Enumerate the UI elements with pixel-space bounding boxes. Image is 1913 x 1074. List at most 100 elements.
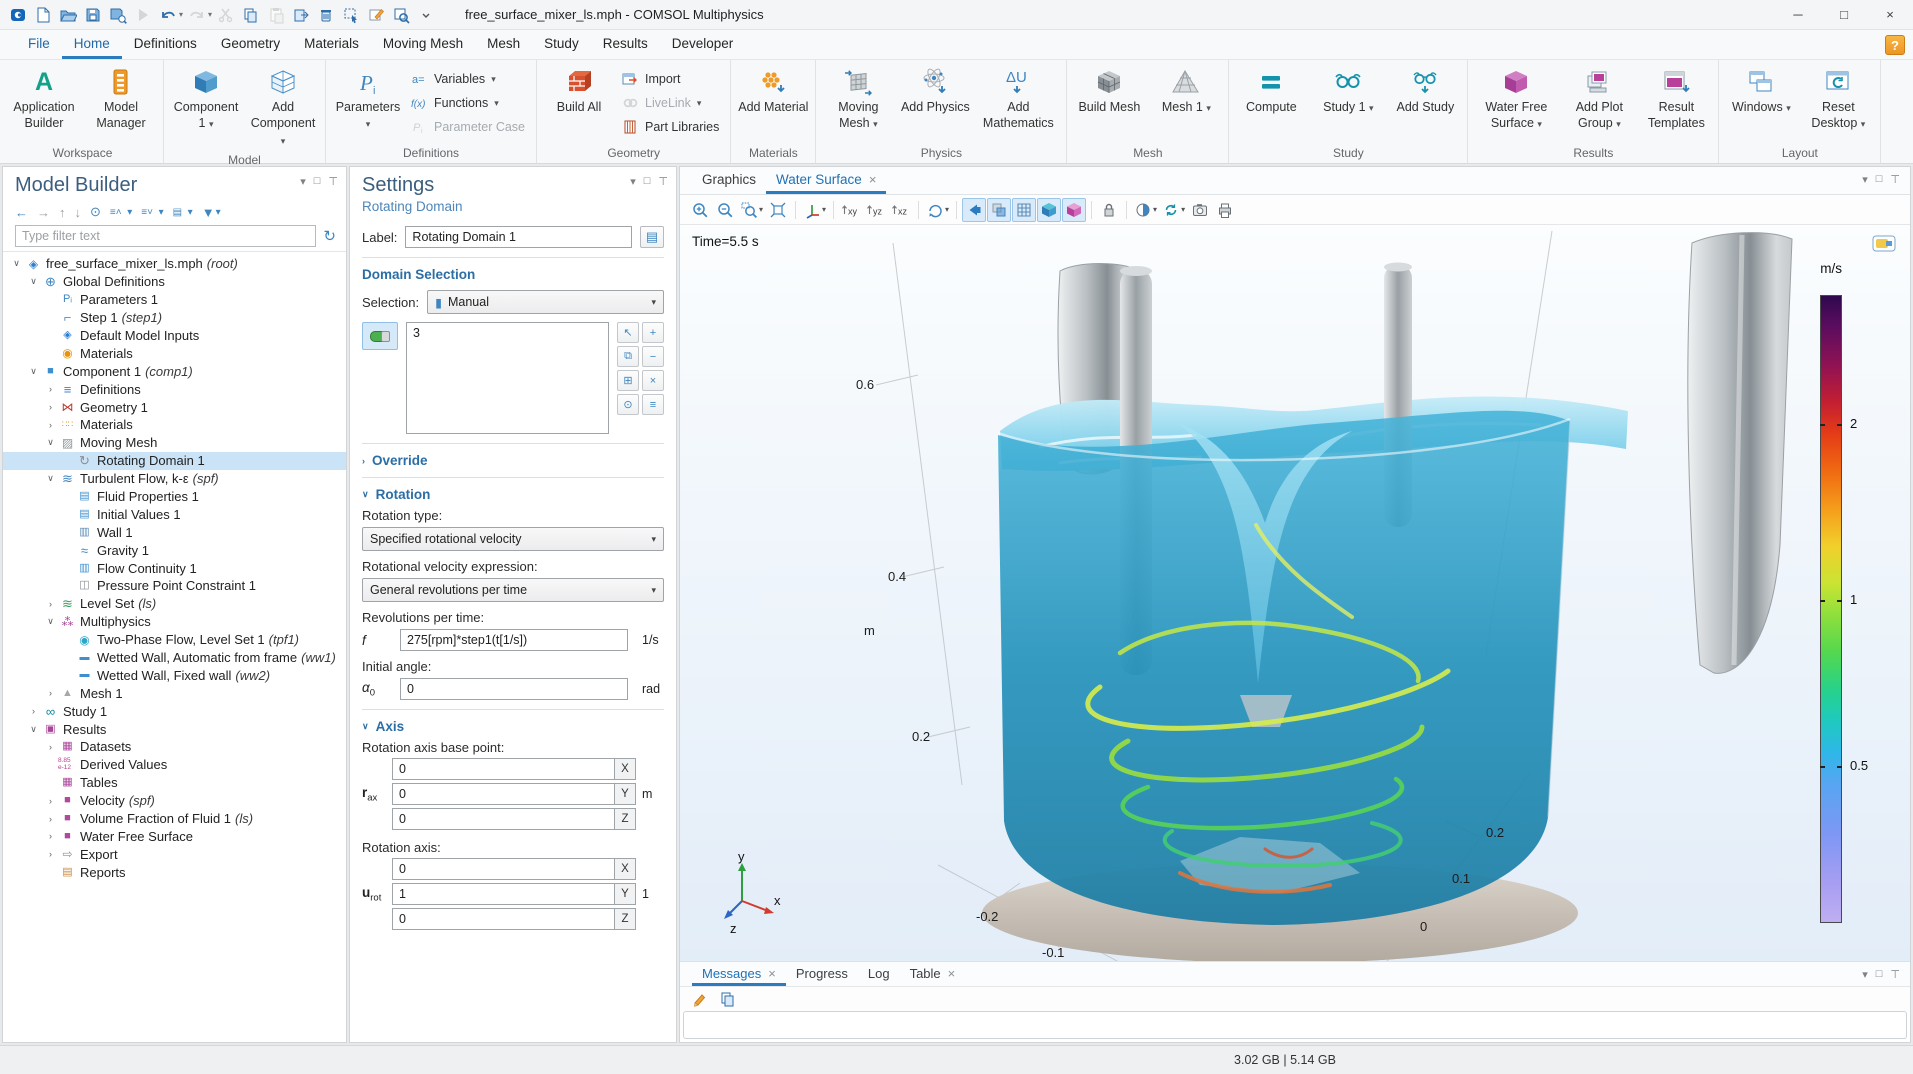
tree-item-fluid-properties-1[interactable]: ▤Fluid Properties 1 bbox=[3, 488, 346, 506]
snapshot-icon[interactable] bbox=[1188, 198, 1212, 222]
material-color-icon[interactable] bbox=[1037, 198, 1061, 222]
tree-item-turbulent-flow-k[interactable]: ∨≋Turbulent Flow, k-ε(spf) bbox=[3, 470, 346, 488]
copy-selection-icon[interactable]: ⧉ bbox=[617, 346, 639, 367]
moving-mesh-button[interactable]: Moving Mesh ▾ bbox=[820, 63, 896, 143]
tab-messages[interactable]: Messages× bbox=[692, 962, 786, 986]
variables-button[interactable]: a=Variables▾ bbox=[407, 69, 528, 89]
rotation-axis-z-input[interactable]: 0 bbox=[392, 908, 614, 930]
compute-button[interactable]: Compute bbox=[1233, 63, 1309, 143]
panel-float-icon[interactable]: □ bbox=[314, 175, 321, 188]
menu-study[interactable]: Study bbox=[532, 30, 591, 59]
tree-item-moving-mesh[interactable]: ∨▨Moving Mesh bbox=[3, 434, 346, 452]
panel-menu-icon[interactable]: ▾ bbox=[630, 175, 636, 188]
tree-expander-icon[interactable]: › bbox=[43, 814, 58, 824]
copy-icon[interactable] bbox=[239, 3, 263, 27]
selection-color-icon[interactable] bbox=[1062, 198, 1086, 222]
import-button[interactable]: Import bbox=[618, 69, 722, 89]
tree-item-level-set[interactable]: ›≋Level Set(ls) bbox=[3, 595, 346, 613]
create-selection-icon[interactable]: ↖ bbox=[617, 322, 639, 343]
nav-back-icon[interactable]: ← bbox=[15, 205, 28, 220]
tree-item-geometry-1[interactable]: ›⋈Geometry 1 bbox=[3, 398, 346, 416]
tree-item-wetted-wall-fixed-wall[interactable]: ▬Wetted Wall, Fixed wall(ww2) bbox=[3, 666, 346, 684]
add-selection-icon[interactable]: + bbox=[642, 322, 664, 343]
search-icon[interactable] bbox=[389, 3, 413, 27]
menu-results[interactable]: Results bbox=[591, 30, 660, 59]
selection-list[interactable]: 3 bbox=[406, 322, 609, 434]
livelink-button[interactable]: LiveLink▾ bbox=[618, 93, 722, 113]
panel-menu-icon[interactable]: ▾ bbox=[1862, 968, 1868, 981]
delete-icon[interactable] bbox=[314, 3, 338, 27]
expand-all-icon[interactable]: ≡˄ ▾ bbox=[110, 205, 132, 220]
tree-expander-icon[interactable]: › bbox=[43, 688, 58, 698]
clear-messages-icon[interactable] bbox=[688, 987, 712, 1011]
tree-expander-icon[interactable]: › bbox=[43, 831, 58, 841]
paste-selection-icon[interactable]: ⊞ bbox=[617, 370, 639, 391]
section-axis[interactable]: ∨ Axis bbox=[362, 719, 664, 734]
tree-item-materials[interactable]: ›∷∷Materials bbox=[3, 416, 346, 434]
maximize-button[interactable]: □ bbox=[1821, 0, 1867, 30]
tree-item-volume-fraction-of-fluid-1[interactable]: ›■Volume Fraction of Fluid 1(ls) bbox=[3, 810, 346, 828]
canvas-corner-icon[interactable] bbox=[1872, 235, 1896, 255]
tree-item-two-phase-flow-level-set-1[interactable]: ◉Two-Phase Flow, Level Set 1(tpf1) bbox=[3, 631, 346, 649]
tree-item-definitions[interactable]: ›≡Definitions bbox=[3, 380, 346, 398]
save-as-icon[interactable] bbox=[106, 3, 130, 27]
new-file-icon[interactable] bbox=[31, 3, 55, 27]
graphics-canvas[interactable]: Time=5.5 s 0.6 0.4 m 0.2 -0.2 -0.1 0.2 0… bbox=[680, 225, 1910, 961]
comsol-logo-icon[interactable] bbox=[6, 3, 30, 27]
panel-pin-icon[interactable]: ⊤ bbox=[328, 175, 338, 188]
tree-expander-icon[interactable]: › bbox=[43, 849, 58, 859]
study-1-button[interactable]: Study 1 ▾ bbox=[1310, 63, 1386, 143]
tree-expander-icon[interactable]: › bbox=[43, 796, 58, 806]
menu-developer[interactable]: Developer bbox=[660, 30, 746, 59]
mesh-1-button[interactable]: Mesh 1 ▾ bbox=[1148, 63, 1224, 143]
base-point-x-input[interactable]: 0 bbox=[392, 758, 614, 780]
panel-pin-icon[interactable]: ⊤ bbox=[1890, 968, 1900, 981]
base-point-y-input[interactable]: 0 bbox=[392, 783, 614, 805]
zoom-extents-icon[interactable] bbox=[766, 198, 790, 222]
tree-expander-icon[interactable]: ∨ bbox=[43, 437, 58, 448]
minimize-button[interactable]: ─ bbox=[1775, 0, 1821, 30]
tab-progress[interactable]: Progress bbox=[786, 962, 858, 986]
windows-button[interactable]: Windows ▾ bbox=[1723, 63, 1799, 143]
close-tab-icon[interactable]: × bbox=[948, 966, 956, 986]
tree-item-pressure-point-constraint-1[interactable]: ◫Pressure Point Constraint 1 bbox=[3, 577, 346, 595]
paste-icon[interactable] bbox=[264, 3, 288, 27]
tab-graphics[interactable]: Graphics bbox=[692, 167, 766, 194]
transparency-icon[interactable] bbox=[987, 198, 1011, 222]
dropdown-arrow-icon[interactable]: ▾ bbox=[179, 10, 183, 19]
tree-expander-icon[interactable]: ∨ bbox=[26, 724, 41, 735]
menu-file[interactable]: File bbox=[16, 30, 62, 59]
tree-expander-icon[interactable]: › bbox=[26, 706, 41, 716]
menu-geometry[interactable]: Geometry bbox=[209, 30, 292, 59]
tree-item-gravity-1[interactable]: ≈Gravity 1 bbox=[3, 541, 346, 559]
tree-item-results[interactable]: ∨▣Results bbox=[3, 720, 346, 738]
redo-icon[interactable] bbox=[185, 3, 209, 27]
menu-materials[interactable]: Materials bbox=[292, 30, 371, 59]
part-libraries-button[interactable]: Part Libraries bbox=[618, 117, 722, 137]
duplicate-icon[interactable] bbox=[289, 3, 313, 27]
tree-item-initial-values-1[interactable]: ▤Initial Values 1 bbox=[3, 505, 346, 523]
parameter-case-button[interactable]: PiParameter Case bbox=[407, 117, 528, 137]
rotate-view-icon[interactable]: ▾ bbox=[924, 198, 951, 222]
build-mesh-button[interactable]: Build Mesh bbox=[1071, 63, 1147, 143]
section-domain-selection[interactable]: Domain Selection bbox=[362, 267, 664, 282]
functions-button[interactable]: f(x)Functions▾ bbox=[407, 93, 528, 113]
base-point-z-input[interactable]: 0 bbox=[392, 808, 614, 830]
node-text-icon[interactable]: ▤ ▾ bbox=[173, 205, 193, 220]
select-icon[interactable] bbox=[339, 3, 363, 27]
run-icon[interactable] bbox=[131, 3, 155, 27]
tree-expander-icon[interactable]: ∨ bbox=[43, 616, 58, 627]
rotation-type-dropdown[interactable]: Specified rotational velocity ▾ bbox=[362, 527, 664, 551]
add-material-button[interactable]: Add Material bbox=[735, 63, 811, 143]
tree-item-rotating-domain-1[interactable]: ↻Rotating Domain 1 bbox=[3, 452, 346, 470]
tree-expander-icon[interactable]: › bbox=[43, 420, 58, 430]
selection-list-icon[interactable]: ≡ bbox=[642, 394, 664, 415]
toolbar-more-icon[interactable] bbox=[414, 3, 438, 27]
nav-forward-icon[interactable]: → bbox=[37, 205, 50, 220]
panel-menu-icon[interactable]: ▾ bbox=[1862, 173, 1868, 186]
panel-pin-icon[interactable]: ⊤ bbox=[1890, 173, 1900, 186]
tab-log[interactable]: Log bbox=[858, 962, 900, 986]
edit-icon[interactable] bbox=[364, 3, 388, 27]
zoom-selection-icon[interactable]: ⊙ bbox=[617, 394, 639, 415]
tree-item-materials[interactable]: ◉Materials bbox=[3, 344, 346, 362]
